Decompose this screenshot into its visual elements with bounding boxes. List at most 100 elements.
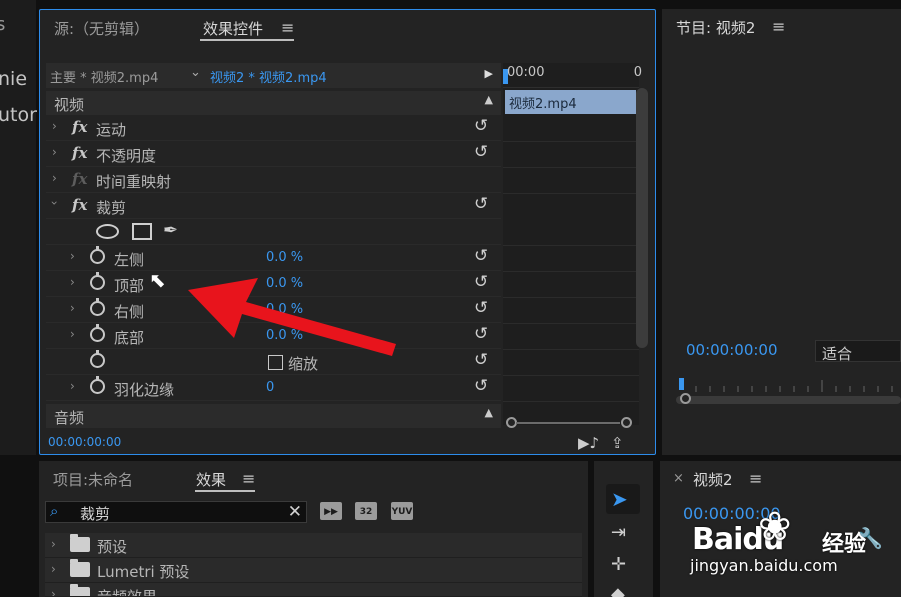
folder-audio-effects[interactable]: › 音频效果 <box>45 583 582 597</box>
program-monitor-title[interactable]: 节目: 视频2 <box>676 17 755 38</box>
tab-effects[interactable]: 效果 <box>196 469 226 490</box>
clip-bar[interactable]: 视频2.mp4 <box>505 90 636 114</box>
effect-row-motion[interactable]: › fx 运动 ↺ <box>46 115 501 141</box>
param-value[interactable]: 0 <box>266 380 274 395</box>
effect-row-crop[interactable]: › fx 裁剪 ↺ <box>46 193 501 219</box>
row-divider <box>503 401 639 402</box>
master-clip-label[interactable]: 主要 * 视频2.mp4 <box>50 67 158 86</box>
yuv-effects-icon[interactable]: YUV <box>391 502 413 520</box>
folder-icon <box>70 534 90 552</box>
stopwatch-icon[interactable] <box>90 272 105 290</box>
reset-icon[interactable]: ↺ <box>474 298 488 318</box>
left-panel-text-2: utor <box>0 104 37 126</box>
reset-icon[interactable]: ↺ <box>474 194 488 214</box>
param-name: 底部 <box>114 329 145 347</box>
scroll-handle-right[interactable] <box>621 417 632 428</box>
folder-lumetri-presets[interactable]: › Lumetri 预设 <box>45 558 582 583</box>
reset-icon[interactable]: ↺ <box>474 246 488 266</box>
stopwatch-icon[interactable] <box>90 246 105 264</box>
reset-icon[interactable]: ↺ <box>474 142 488 162</box>
panel-menu-icon[interactable]: ≡ <box>242 469 255 488</box>
pen-mask-icon[interactable]: ✒ <box>163 220 178 241</box>
collapse-chevron-icon[interactable]: › <box>47 201 61 206</box>
collapse-icon[interactable]: ▲ <box>485 406 493 419</box>
param-name: 顶部 <box>114 277 145 295</box>
32bit-effects-icon[interactable]: 32 <box>355 502 377 520</box>
expand-icon[interactable]: › <box>70 379 75 393</box>
collapse-icon[interactable]: ▲ <box>485 93 493 106</box>
tab-effect-controls[interactable]: 效果控件 <box>203 18 263 39</box>
chevron-down-icon[interactable]: ⌄ <box>190 65 201 80</box>
folder-name: Lumetri 预设 <box>97 563 190 581</box>
param-row-feather[interactable]: › 羽化边缘 0 ↺ <box>46 375 501 401</box>
stopwatch-icon[interactable] <box>90 298 105 316</box>
accelerated-effects-icon[interactable]: ▶▶ <box>320 502 342 520</box>
program-timecode[interactable]: 00:00:00:00 <box>686 341 778 359</box>
program-scroll-handle[interactable] <box>680 393 691 404</box>
stopwatch-icon[interactable] <box>90 350 105 368</box>
baidu-watermark: Baidu ❀ 经验 🔧 jingyan.baidu.com <box>690 500 901 597</box>
close-icon[interactable]: s <box>0 14 5 35</box>
effect-row-time-remap[interactable]: › fx 时间重映射 <box>46 167 501 193</box>
expand-icon[interactable]: › <box>52 119 57 133</box>
param-value[interactable]: 0.0 % <box>266 250 303 265</box>
vertical-scrollbar[interactable] <box>636 88 648 348</box>
param-name: 羽化边缘 <box>114 381 175 399</box>
expand-icon[interactable]: › <box>70 301 75 315</box>
expand-icon[interactable]: › <box>51 537 56 551</box>
reset-icon[interactable]: ↺ <box>474 272 488 292</box>
clip-header: 主要 * 视频2.mp4 ⌄ 视频2 * 视频2.mp4 ▶ <box>46 63 501 88</box>
rectangle-mask-icon[interactable] <box>132 223 152 240</box>
stopwatch-icon[interactable] <box>90 376 105 394</box>
expand-icon[interactable]: › <box>51 587 56 596</box>
tab-project[interactable]: 项目:未命名 <box>53 469 133 490</box>
panel-menu-icon[interactable]: ≡ <box>281 18 294 37</box>
ellipse-mask-icon[interactable] <box>96 224 119 239</box>
track-select-tool-icon[interactable]: ⇥ <box>611 522 626 543</box>
close-icon[interactable]: × <box>673 471 684 486</box>
expand-icon[interactable]: › <box>52 145 57 159</box>
param-row-left[interactable]: › 左侧 0.0 % ↺ <box>46 245 501 271</box>
expand-icon[interactable]: › <box>70 249 75 263</box>
effect-row-opacity[interactable]: › fx 不透明度 ↺ <box>46 141 501 167</box>
play-icon[interactable]: ▶ <box>485 67 493 80</box>
expand-icon[interactable]: › <box>51 562 56 576</box>
program-scrollbar[interactable] <box>676 396 901 404</box>
mini-ruler[interactable]: 00:00 0 <box>503 63 642 88</box>
reset-icon[interactable]: ↺ <box>474 376 488 396</box>
expand-icon[interactable]: › <box>70 275 75 289</box>
panel-menu-icon[interactable]: ≡ <box>749 469 762 488</box>
export-icon[interactable]: ⇪ <box>611 434 624 452</box>
current-timecode[interactable]: 00:00:00:00 <box>48 435 121 449</box>
mini-timeline[interactable]: 00:00 0 视频2.mp4 <box>503 63 642 425</box>
panel-menu-icon[interactable]: ≡ <box>772 17 785 36</box>
program-ruler[interactable] <box>676 378 901 394</box>
fit-dropdown[interactable]: 适合 <box>815 340 901 363</box>
stopwatch-icon[interactable] <box>90 324 105 342</box>
fx-icon: fx <box>72 170 88 188</box>
reset-icon[interactable]: ↺ <box>474 324 488 344</box>
clear-search-icon[interactable]: ✕ <box>288 502 302 522</box>
ruler-end: 0 <box>633 65 642 80</box>
reset-icon[interactable]: ↺ <box>474 350 488 370</box>
fx-icon[interactable]: fx <box>72 196 87 214</box>
timeline-title[interactable]: 视频2 <box>693 469 733 490</box>
horizontal-scrollbar[interactable] <box>516 422 620 424</box>
razor-tool-icon[interactable]: ◆ <box>611 584 625 597</box>
tab-source[interactable]: 源:（无剪辑） <box>54 18 149 39</box>
fx-icon[interactable]: fx <box>72 118 87 136</box>
expand-icon[interactable]: › <box>52 171 57 185</box>
ripple-edit-tool-icon[interactable]: ✛ <box>611 554 626 575</box>
reset-icon[interactable]: ↺ <box>474 116 488 136</box>
play-audio-icon[interactable]: ▶♪ <box>578 434 599 452</box>
row-divider <box>503 323 639 324</box>
sequence-clip-label[interactable]: 视频2 * 视频2.mp4 <box>210 67 327 86</box>
audio-section-header: 音频 ▲ <box>46 404 501 428</box>
folder-presets[interactable]: › 预设 <box>45 533 582 558</box>
selection-tool-icon[interactable]: ➤ <box>611 487 628 511</box>
search-query[interactable]: 裁剪 <box>80 503 110 524</box>
effects-search-field[interactable]: ⌕ 裁剪 ✕ <box>45 501 307 523</box>
expand-icon[interactable]: › <box>70 327 75 341</box>
fx-icon[interactable]: fx <box>72 144 87 162</box>
effect-name: 时间重映射 <box>96 173 172 191</box>
